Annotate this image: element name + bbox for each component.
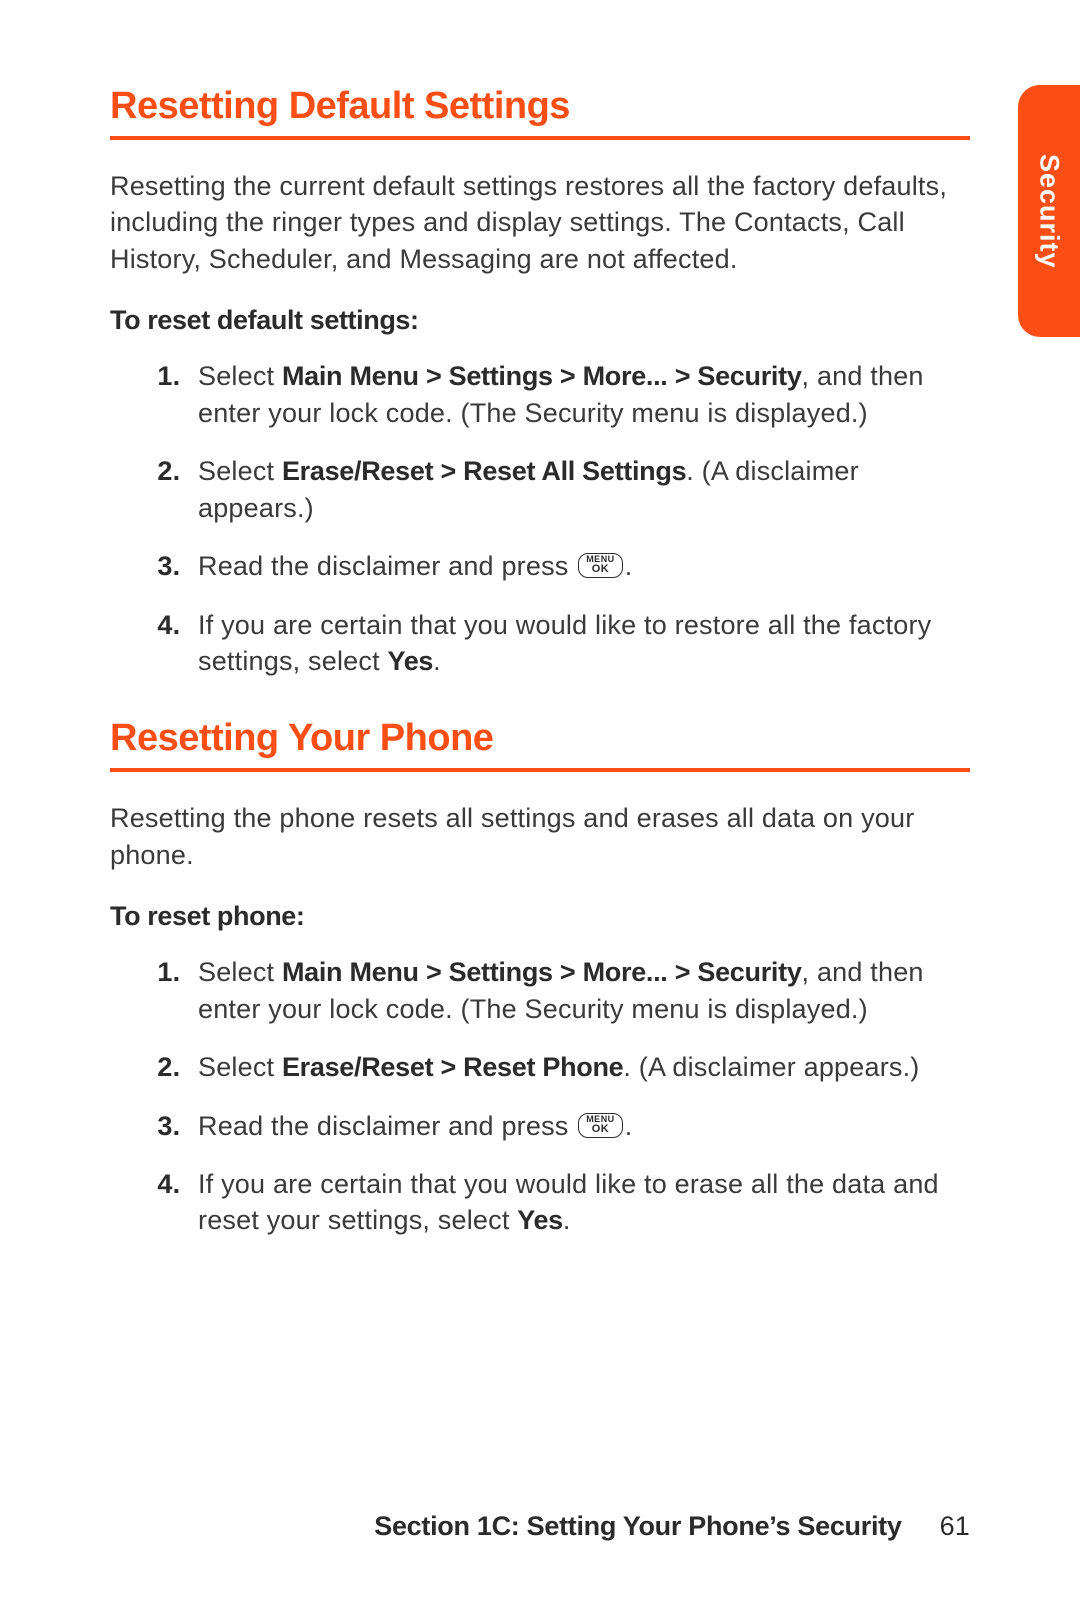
heading-resetting-default-settings: Resetting Default Settings bbox=[110, 85, 970, 140]
step-item: Select Main Menu > Settings > More... > … bbox=[188, 954, 970, 1027]
step-item: Select Main Menu > Settings > More... > … bbox=[188, 358, 970, 431]
intro-paragraph-2: Resetting the phone resets all settings … bbox=[110, 800, 970, 873]
manual-page: Security Resetting Default Settings Rese… bbox=[0, 0, 1080, 1620]
subhead-reset-phone: To reset phone: bbox=[110, 901, 970, 932]
step-item: Select Erase/Reset > Reset Phone. (A dis… bbox=[188, 1049, 970, 1085]
subhead-reset-default: To reset default settings: bbox=[110, 305, 970, 336]
heading-resetting-your-phone: Resetting Your Phone bbox=[110, 717, 970, 772]
step-text: . bbox=[625, 1111, 633, 1141]
step-item: If you are certain that you would like t… bbox=[188, 1166, 970, 1239]
step-bold: Main Menu > Settings > More... > Securit… bbox=[282, 361, 802, 391]
footer-section-title: Section 1C: Setting Your Phone’s Securit… bbox=[374, 1511, 901, 1541]
step-text: . bbox=[625, 551, 633, 581]
step-text: Select bbox=[198, 456, 282, 486]
menu-ok-key-icon: MENUOK bbox=[578, 1113, 623, 1138]
page-footer: Section 1C: Setting Your Phone’s Securit… bbox=[374, 1511, 970, 1542]
step-item: Read the disclaimer and press MENUOK. bbox=[188, 1108, 970, 1144]
footer-page-number: 61 bbox=[940, 1511, 970, 1541]
step-bold: Yes bbox=[388, 646, 434, 676]
step-text: If you are certain that you would like t… bbox=[198, 610, 931, 676]
step-bold: Main Menu > Settings > More... > Securit… bbox=[282, 957, 802, 987]
step-text: . bbox=[433, 646, 441, 676]
intro-paragraph-1: Resetting the current default settings r… bbox=[110, 168, 970, 277]
steps-list-2: Select Main Menu > Settings > More... > … bbox=[110, 954, 970, 1239]
step-bold: Erase/Reset > Reset Phone bbox=[282, 1052, 623, 1082]
step-bold: Yes bbox=[517, 1205, 563, 1235]
side-tab-label: Security bbox=[1034, 154, 1065, 269]
key-line2: OK bbox=[586, 1124, 615, 1135]
step-bold: Erase/Reset > Reset All Settings bbox=[282, 456, 686, 486]
step-text: . bbox=[563, 1205, 571, 1235]
step-text: Select bbox=[198, 1052, 282, 1082]
step-text: . (A disclaimer appears.) bbox=[623, 1052, 919, 1082]
step-item: If you are certain that you would like t… bbox=[188, 607, 970, 680]
step-item: Read the disclaimer and press MENUOK. bbox=[188, 548, 970, 584]
step-item: Select Erase/Reset > Reset All Settings.… bbox=[188, 453, 970, 526]
side-tab-security: Security bbox=[1018, 85, 1080, 337]
key-line2: OK bbox=[586, 564, 615, 575]
menu-ok-key-icon: MENUOK bbox=[578, 553, 623, 578]
step-text: Select bbox=[198, 361, 282, 391]
steps-list-1: Select Main Menu > Settings > More... > … bbox=[110, 358, 970, 679]
step-text: Read the disclaimer and press bbox=[198, 551, 576, 581]
step-text: Read the disclaimer and press bbox=[198, 1111, 576, 1141]
step-text: Select bbox=[198, 957, 282, 987]
